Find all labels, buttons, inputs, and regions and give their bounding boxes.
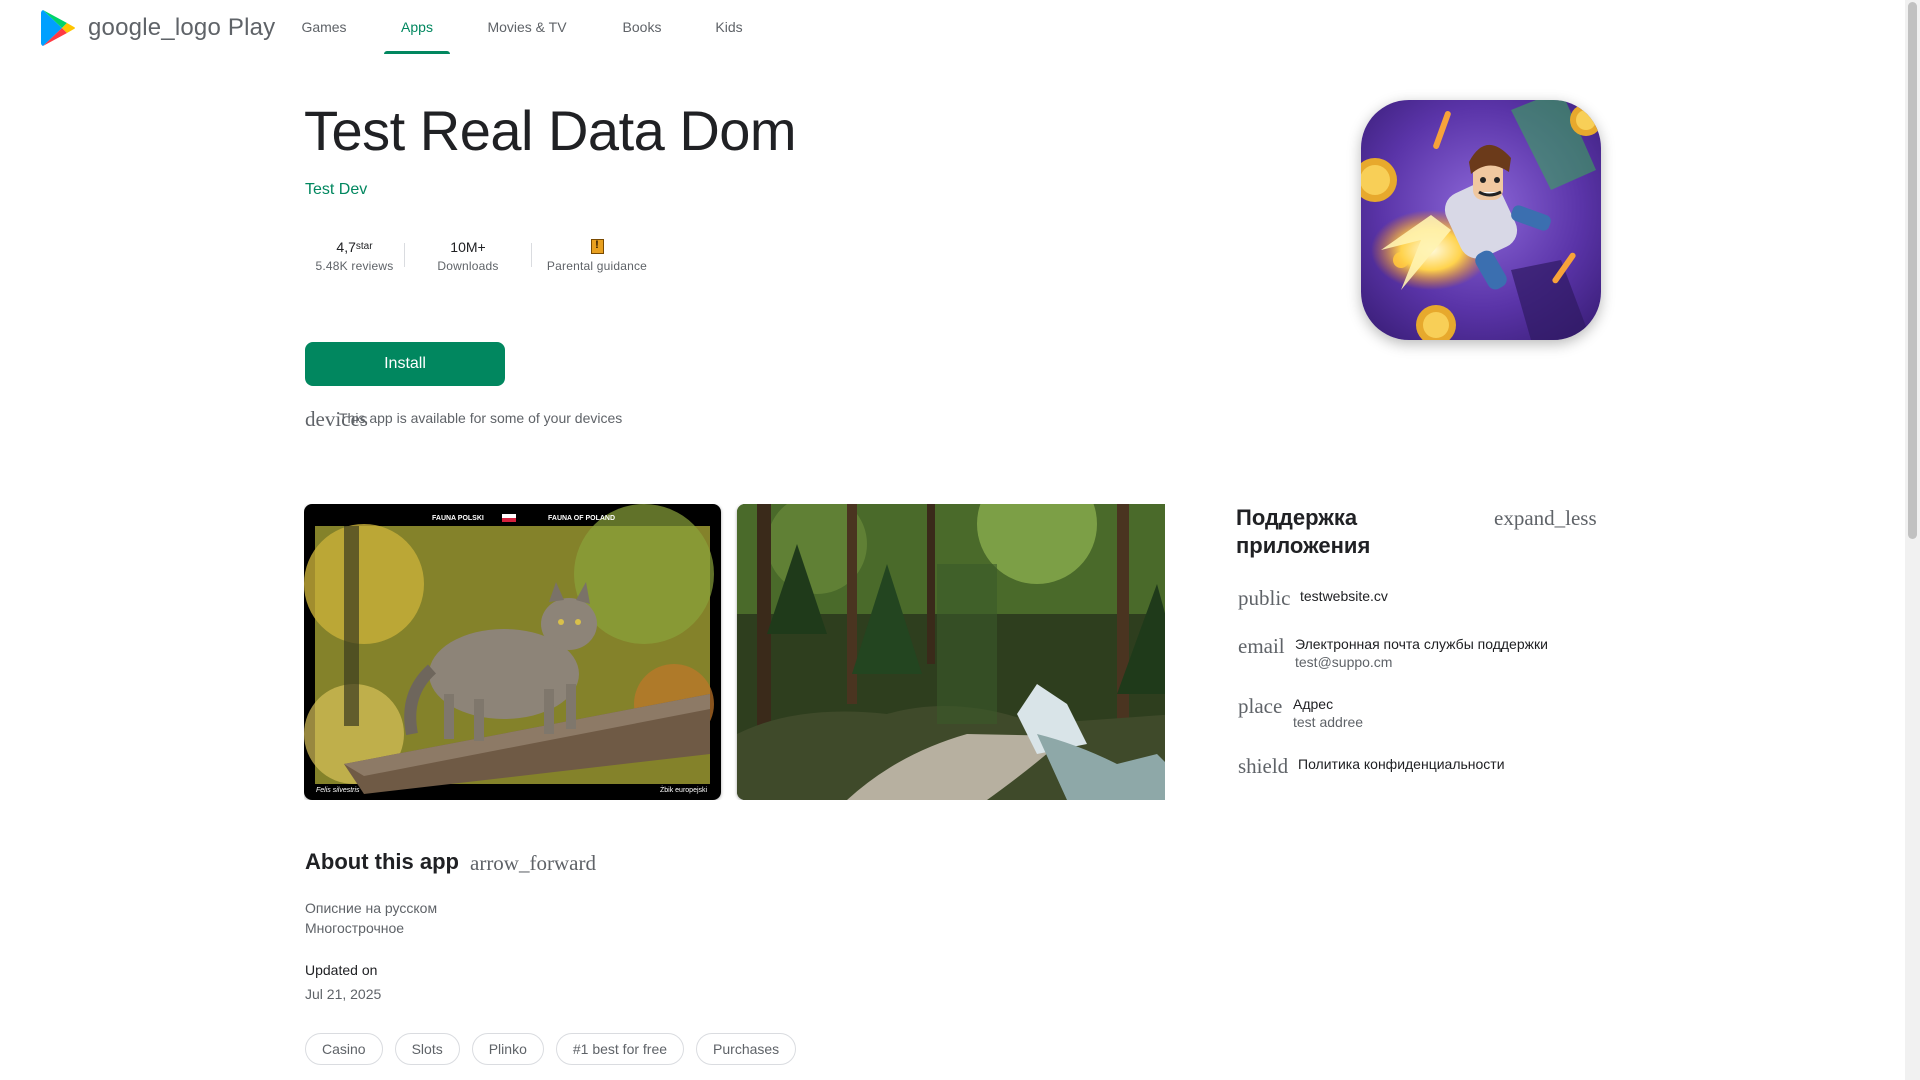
- support-title: Поддержка приложения: [1236, 505, 1371, 558]
- description-line: Описние на русском: [305, 900, 438, 916]
- nav-tab-label: Movies & TV: [487, 19, 567, 35]
- content-rating-stat[interactable]: Parental guidance: [532, 230, 662, 280]
- arrow-forward-icon[interactable]: arrow_forward: [470, 851, 596, 876]
- wildcat-screenshot[interactable]: FAUNA POLSKI FAUNA OF POLAND Felis silve…: [304, 504, 721, 800]
- chip-plinko[interactable]: Plinko: [471, 1033, 544, 1065]
- device-availability: devices This app is available for some o…: [305, 405, 705, 433]
- screenshot-caption: FAUNA POLSKI: [432, 515, 484, 522]
- support-email-value: test@suppo.cm: [1295, 654, 1393, 670]
- wildcat-image: [304, 504, 721, 800]
- install-button[interactable]: Install: [305, 342, 505, 386]
- top-header: google_logo Play Games Apps Movies & TV …: [0, 0, 1905, 56]
- screenshot-footer: Żbik europejski: [660, 787, 708, 794]
- forest-waterfall-image: [737, 504, 1165, 800]
- category-chips: Casino Slots Plinko #1 best for free Pur…: [305, 1033, 808, 1065]
- app-title: Test Real Data Dom: [304, 99, 797, 162]
- nav-tab-movies-tv[interactable]: Movies & TV: [474, 0, 580, 56]
- rating-number: 4,7: [336, 238, 356, 255]
- screenshot-footer: Felis silvestris: [316, 787, 360, 794]
- nav-tab-apps[interactable]: Apps: [384, 0, 450, 56]
- support-address-value: test addree: [1293, 714, 1364, 730]
- chip-casino[interactable]: Casino: [305, 1033, 383, 1065]
- support-privacy-label: Политика конфиденциальности: [1298, 756, 1505, 772]
- expand-less-icon[interactable]: expand_less: [1494, 506, 1597, 531]
- logo-text: google_logo Play: [88, 14, 276, 41]
- public-icon: public: [1238, 586, 1291, 610]
- google-play-logo[interactable]: google_logo Play: [40, 8, 275, 48]
- support-email-label: Электронная почта службы поддержки: [1295, 636, 1548, 652]
- support-website-label: testwebsite.cv: [1300, 588, 1388, 604]
- downloads-value: 10M+: [450, 238, 486, 255]
- about-title: About this app: [305, 849, 459, 874]
- place-icon: place: [1238, 694, 1283, 718]
- reviews-count: 5.48K reviews: [315, 259, 394, 273]
- screenshot-carousel[interactable]: FAUNA POLSKI FAUNA OF POLAND Felis silve…: [304, 504, 1165, 800]
- nav-tab-games[interactable]: Games: [292, 0, 356, 56]
- screenshot-caption: FAUNA OF POLAND: [548, 515, 616, 522]
- content-rating-label: Parental guidance: [546, 259, 648, 273]
- nav-tab-books[interactable]: Books: [608, 0, 676, 56]
- forest-waterfall-screenshot[interactable]: [737, 504, 1165, 800]
- nav-tab-label: Kids: [715, 19, 743, 35]
- nav-tab-kids[interactable]: Kids: [700, 0, 758, 56]
- rating-value: 4,7 star: [336, 237, 372, 256]
- email-icon: email: [1238, 634, 1285, 658]
- page-scrollbar[interactable]: [1905, 0, 1920, 1080]
- app-stats: 4,7star 5.48K reviews 10M+ Downloads Par…: [305, 230, 662, 280]
- active-tab-indicator: [384, 51, 450, 54]
- updated-label: Updated on: [305, 962, 378, 978]
- chip-best-for-free[interactable]: #1 best for free: [555, 1033, 685, 1065]
- device-availability-text: This app is available for some of your d…: [339, 410, 623, 426]
- app-icon: [1361, 100, 1601, 340]
- downloads-stat: 10M+ Downloads: [405, 230, 531, 280]
- chip-slots[interactable]: Slots: [394, 1033, 460, 1065]
- chip-purchases[interactable]: Purchases: [696, 1033, 797, 1065]
- play-triangle-icon: [41, 10, 75, 46]
- shield-icon: shield: [1238, 754, 1289, 778]
- description-line: Многострочное: [305, 920, 405, 936]
- support-address-label: Адрес: [1293, 696, 1334, 712]
- scrollbar-thumb[interactable]: [1908, 2, 1917, 539]
- updated-date: Jul 21, 2025: [305, 986, 382, 1002]
- nav-tab-label: Games: [301, 19, 347, 35]
- star-icon: star: [355, 241, 373, 252]
- downloads-label: Downloads: [437, 259, 499, 273]
- nav-tab-label: Apps: [401, 19, 433, 35]
- rating-stat[interactable]: 4,7 star 5.48K reviews: [305, 230, 404, 280]
- developer-link[interactable]: Test Dev: [305, 181, 367, 199]
- about-description: Описние на русском Многострочное: [305, 898, 437, 938]
- parental-guidance-badge-icon: [590, 239, 604, 254]
- nav-tab-label: Books: [622, 19, 662, 35]
- jetpack-hero-app-icon: [1361, 100, 1601, 340]
